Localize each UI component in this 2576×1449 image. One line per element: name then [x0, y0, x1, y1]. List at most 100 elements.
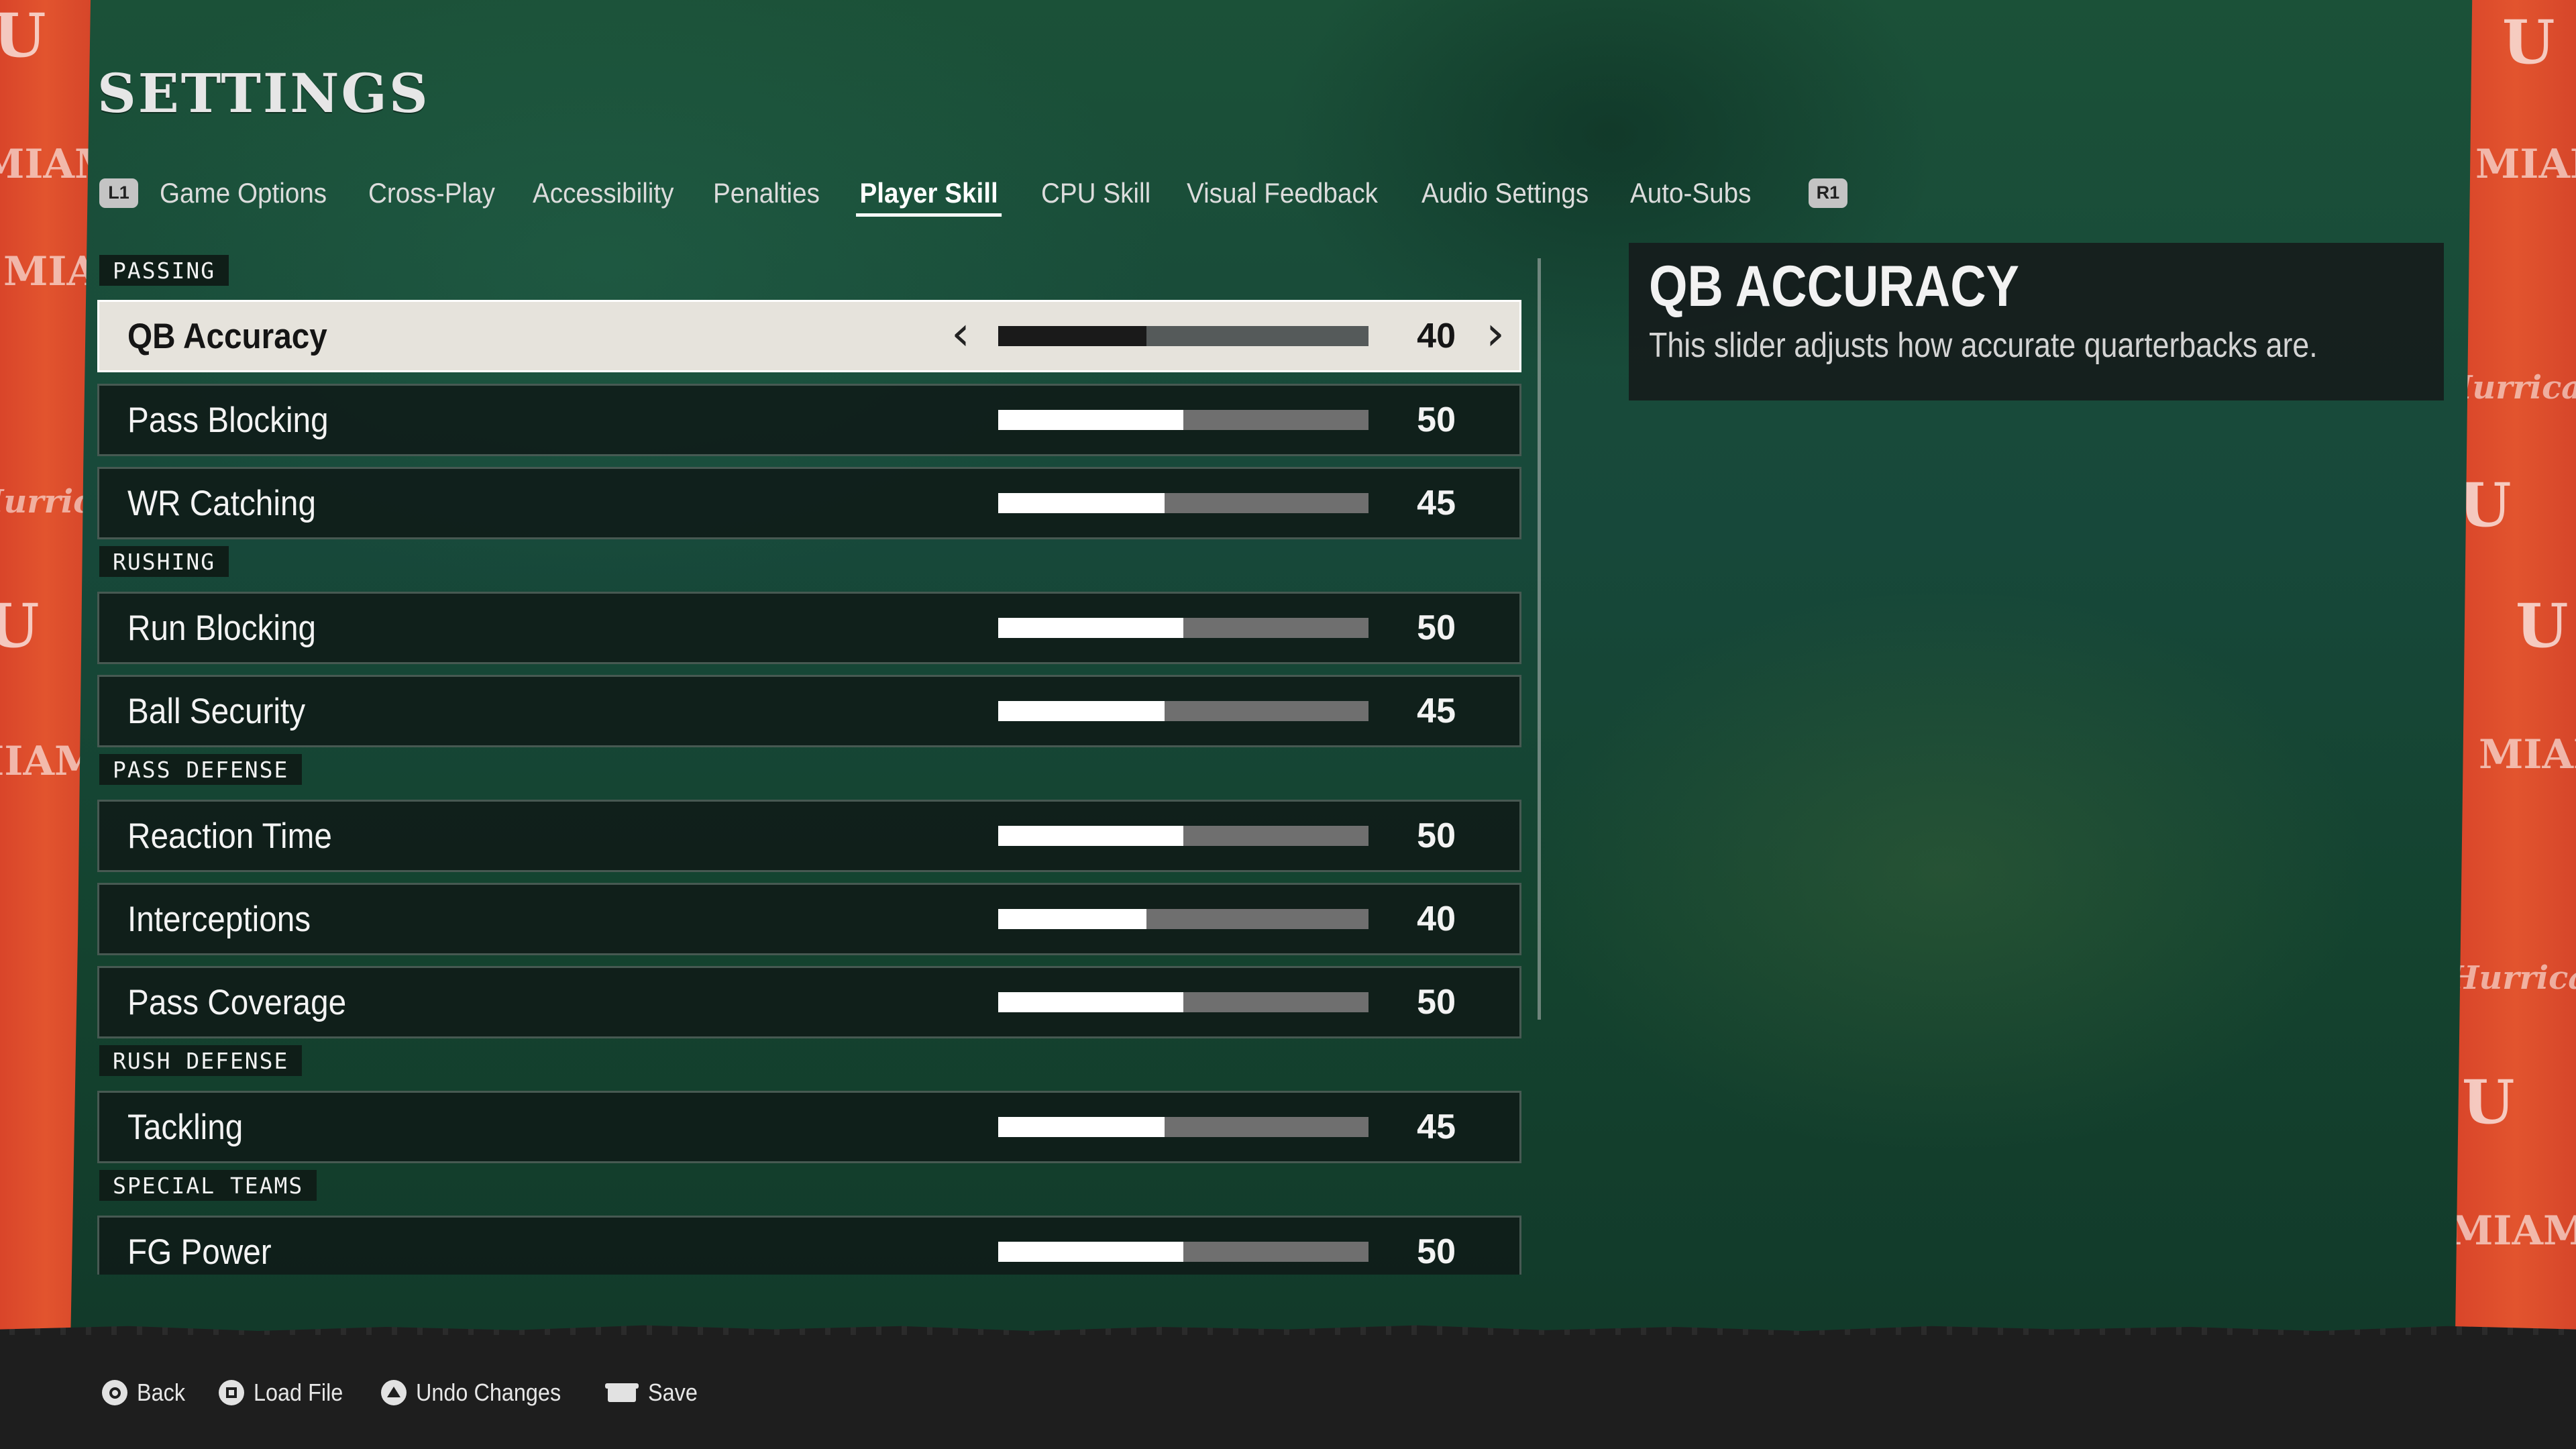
slider-row-tackling[interactable]: Tackling 45 — [97, 1091, 1521, 1163]
slider-track[interactable] — [998, 493, 1368, 513]
team-banner-right: U MIAMI Hurricanes U U MIAMI Hurricanes … — [2455, 0, 2576, 1335]
slider-value: 50 — [1417, 816, 1456, 855]
slider-fill — [998, 1242, 1183, 1262]
slider-value: 50 — [1417, 1232, 1456, 1271]
description-text: This slider adjusts how accurate quarter… — [1649, 325, 2318, 365]
action-label: Undo Changes — [416, 1379, 561, 1406]
tab-auto-subs[interactable]: Auto-Subs — [1630, 168, 1751, 218]
tab-visual-feedback[interactable]: Visual Feedback — [1187, 168, 1378, 218]
circle-button-icon — [102, 1380, 127, 1405]
tab-accessibility[interactable]: Accessibility — [533, 168, 674, 218]
slider-track[interactable] — [998, 410, 1368, 430]
team-wordmark: MIAMI — [0, 141, 91, 188]
section-header-special-teams: SPECIAL TEAMS — [99, 1170, 317, 1201]
slider-value: 45 — [1417, 692, 1456, 731]
slider-fill — [998, 493, 1165, 513]
setting-description-panel: QB ACCURACY This slider adjusts how accu… — [1629, 243, 2444, 400]
slider-fill — [998, 909, 1146, 929]
slider-track[interactable] — [998, 826, 1368, 846]
slider-value: 40 — [1417, 317, 1456, 356]
slider-label: Interceptions — [127, 899, 311, 939]
slider-fill — [998, 992, 1183, 1012]
team-logo-u: U — [2502, 7, 2555, 78]
team-logo-u: U — [2462, 1067, 2515, 1138]
slider-row-interceptions[interactable]: Interceptions 40 — [97, 883, 1521, 955]
chevron-right-icon[interactable]: › — [1486, 310, 1505, 357]
tab-cross-play[interactable]: Cross-Play — [368, 168, 495, 218]
chevron-left-icon[interactable]: ‹ — [951, 310, 970, 357]
team-wordmark: MIAMI — [3, 248, 91, 295]
slider-label: WR Catching — [127, 483, 316, 523]
triangle-button-icon — [381, 1380, 407, 1405]
slider-value: 50 — [1417, 608, 1456, 647]
team-wordmark: MIAMI — [2475, 141, 2576, 188]
slider-row-pass-blocking[interactable]: Pass Blocking 50 — [97, 384, 1521, 456]
slider-fill — [998, 410, 1183, 430]
slider-label: QB Accuracy — [127, 316, 327, 356]
slider-value: 50 — [1417, 400, 1456, 439]
slider-value: 45 — [1417, 484, 1456, 523]
slider-row-qb-accuracy[interactable]: QB Accuracy ‹ 40 › — [97, 300, 1521, 372]
tab-cpu-skill[interactable]: CPU Skill — [1041, 168, 1150, 218]
slider-track[interactable] — [998, 992, 1368, 1012]
touchpad-button-icon — [605, 1381, 639, 1405]
slider-value: 45 — [1417, 1108, 1456, 1146]
team-logo-u: U — [0, 0, 46, 71]
slider-label: Pass Coverage — [127, 982, 347, 1022]
section-header-rushing: RUSHING — [99, 546, 229, 577]
description-title: QB ACCURACY — [1649, 254, 2019, 319]
team-logo-u: U — [2459, 470, 2512, 541]
slider-track[interactable] — [998, 701, 1368, 721]
slider-track[interactable] — [998, 909, 1368, 929]
slider-fill — [998, 326, 1146, 346]
undo-changes-button[interactable]: Undo Changes — [381, 1379, 577, 1407]
action-label: Load File — [254, 1379, 343, 1406]
slider-label: Run Blocking — [127, 608, 317, 648]
r1-button-icon[interactable]: R1 — [1808, 178, 1847, 208]
slider-row-run-blocking[interactable]: Run Blocking 50 — [97, 592, 1521, 664]
page-title: SETTINGS — [97, 62, 430, 125]
settings-list: PASSING QB Accuracy ‹ 40 › Pass Blocking… — [97, 255, 1523, 1275]
slider-label: FG Power — [127, 1232, 272, 1272]
section-header-pass-defense: PASS DEFENSE — [99, 754, 303, 785]
square-button-icon — [219, 1380, 245, 1405]
tab-game-options[interactable]: Game Options — [160, 168, 327, 218]
section-header-rush-defense: RUSH DEFENSE — [99, 1045, 303, 1076]
slider-value: 50 — [1417, 983, 1456, 1022]
team-wordmark: MIAMI — [2455, 1208, 2576, 1254]
team-script: Hurricanes — [0, 483, 91, 521]
slider-fill — [998, 701, 1165, 721]
load-file-button[interactable]: Load File — [219, 1379, 353, 1407]
team-wordmark: MIAMI — [0, 738, 91, 785]
section-header-passing: PASSING — [99, 255, 229, 286]
slider-fill — [998, 826, 1183, 846]
slider-value: 40 — [1417, 900, 1456, 938]
slider-label: Reaction Time — [127, 816, 332, 856]
footer-actions: Back Load File Undo Changes Save — [102, 1374, 731, 1411]
team-logo-u: U — [2516, 590, 2569, 661]
slider-row-wr-catching[interactable]: WR Catching 45 — [97, 467, 1521, 539]
slider-track[interactable] — [998, 1117, 1368, 1137]
slider-track[interactable] — [998, 1242, 1368, 1262]
slider-row-reaction-time[interactable]: Reaction Time 50 — [97, 800, 1521, 872]
list-scrollbar[interactable] — [1538, 258, 1541, 1020]
slider-label: Tackling — [127, 1107, 244, 1147]
team-script: Hurricanes — [2455, 369, 2576, 407]
action-label: Save — [648, 1379, 698, 1406]
slider-row-pass-coverage[interactable]: Pass Coverage 50 — [97, 966, 1521, 1038]
back-button[interactable]: Back — [102, 1379, 191, 1407]
slider-track[interactable] — [998, 326, 1368, 346]
tab-penalties[interactable]: Penalties — [713, 168, 820, 218]
team-script: Hurricanes — [2455, 959, 2576, 997]
tab-audio-settings[interactable]: Audio Settings — [1421, 168, 1589, 218]
slider-fill — [998, 618, 1183, 638]
team-wordmark: MIAMI — [2479, 731, 2576, 778]
slider-row-fg-power[interactable]: FG Power 50 — [97, 1216, 1521, 1275]
slider-label: Ball Security — [127, 691, 306, 731]
slider-track[interactable] — [998, 618, 1368, 638]
settings-tab-bar: L1 Game Options Cross-Play Accessibility… — [99, 168, 1847, 218]
l1-button-icon[interactable]: L1 — [99, 178, 138, 208]
tab-player-skill[interactable]: Player Skill — [855, 168, 1002, 218]
slider-row-ball-security[interactable]: Ball Security 45 — [97, 675, 1521, 747]
save-button[interactable]: Save — [605, 1379, 703, 1407]
